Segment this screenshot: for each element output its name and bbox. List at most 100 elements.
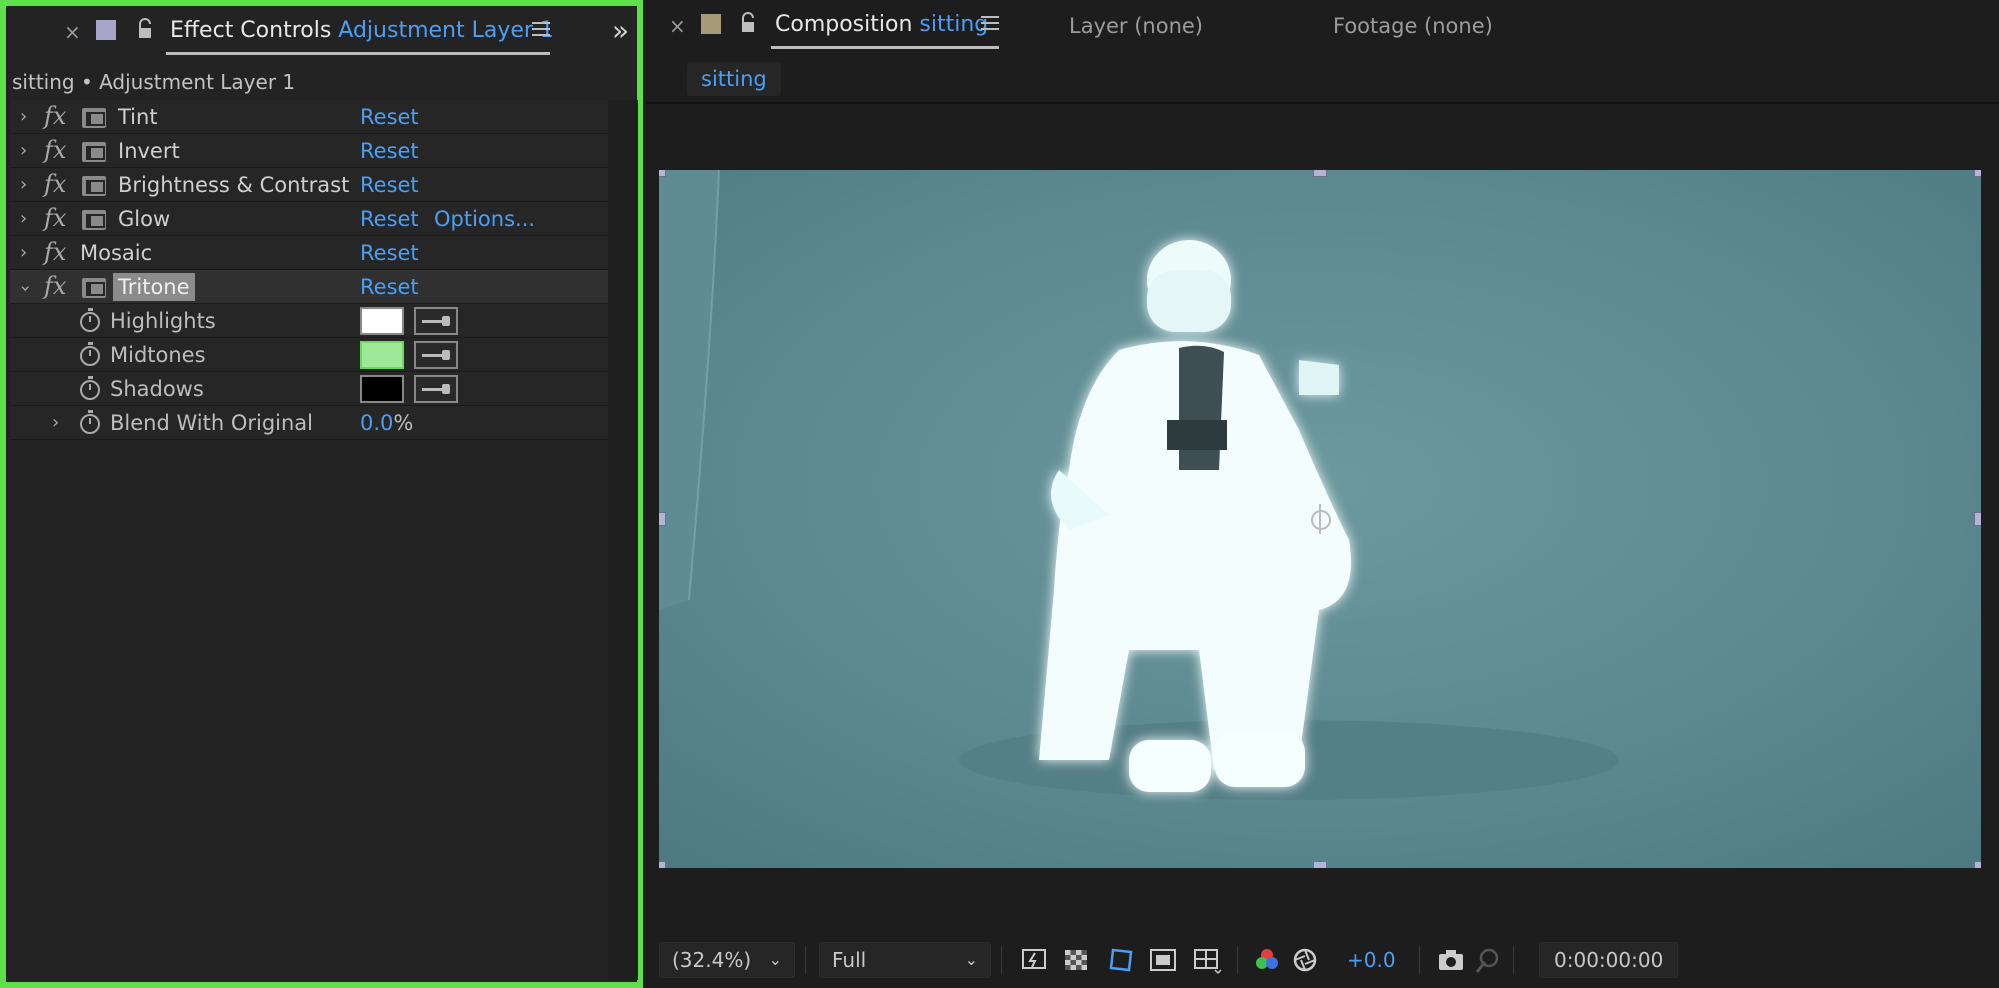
effect-name[interactable]: Invert bbox=[118, 139, 180, 163]
viewer-toolbar: (32.4%) ⌄ Full ⌄ +0.0 0:00:00:00 bbox=[647, 936, 1999, 982]
fx-toggle-icon[interactable]: fx bbox=[44, 136, 66, 164]
comp-breadcrumb-bar: sitting bbox=[647, 56, 1999, 104]
close-tab-icon[interactable]: × bbox=[669, 14, 686, 38]
twirl-right-icon[interactable]: › bbox=[20, 208, 27, 229]
twirl-right-icon[interactable]: › bbox=[52, 412, 59, 433]
toggle-mask-visibility-icon[interactable] bbox=[1105, 944, 1137, 976]
panel-menu-icon[interactable] bbox=[532, 22, 550, 38]
blend-unit: % bbox=[393, 411, 414, 435]
effect-row-brightness-contrast[interactable]: › fx Brightness & Contrast Reset bbox=[10, 168, 610, 202]
exposure-value[interactable]: +0.0 bbox=[1347, 948, 1396, 972]
composition-tabbar: × Composition sitting Layer (none) Foota… bbox=[647, 0, 1999, 52]
transform-handle[interactable] bbox=[1313, 861, 1327, 868]
twirl-down-icon[interactable]: › bbox=[15, 285, 36, 292]
fx-toggle-icon[interactable]: fx bbox=[44, 170, 66, 198]
effect-row-tint[interactable]: › fx Tint Reset bbox=[10, 100, 610, 134]
expand-panels-icon[interactable]: » bbox=[612, 14, 629, 47]
fx-toggle-icon[interactable]: fx bbox=[44, 238, 66, 266]
current-time-display[interactable]: 0:00:00:00 bbox=[1539, 942, 1679, 978]
effect-name[interactable]: Tint bbox=[118, 105, 158, 129]
resolution-dropdown[interactable]: Full ⌄ bbox=[819, 942, 991, 978]
eyedropper-icon[interactable] bbox=[414, 341, 458, 369]
fx-toggle-icon[interactable]: fx bbox=[44, 272, 66, 300]
blend-number[interactable]: 0.0 bbox=[360, 411, 393, 435]
effect-controls-tab[interactable]: Effect Controls Adjustment Layer 1 bbox=[170, 18, 554, 43]
effect-row-glow[interactable]: › fx Glow Reset Options... bbox=[10, 202, 610, 236]
reset-link[interactable]: Reset bbox=[360, 105, 419, 129]
stopwatch-icon[interactable] bbox=[80, 342, 100, 366]
layer-color-swatch[interactable] bbox=[96, 20, 116, 40]
composition-viewer[interactable] bbox=[659, 170, 1981, 868]
effect-name[interactable]: Mosaic bbox=[80, 241, 152, 265]
panel-menu-icon[interactable] bbox=[981, 16, 999, 32]
stopwatch-icon[interactable] bbox=[80, 376, 100, 400]
lock-icon[interactable] bbox=[136, 18, 154, 40]
prop-label: Highlights bbox=[110, 309, 216, 333]
twirl-right-icon[interactable]: › bbox=[20, 106, 27, 127]
fx-toggle-icon[interactable]: fx bbox=[44, 204, 66, 232]
transparency-grid-icon[interactable] bbox=[1061, 944, 1093, 976]
effect-type-icon bbox=[82, 176, 106, 196]
active-tab-underline bbox=[771, 46, 999, 49]
twirl-right-icon[interactable]: › bbox=[20, 242, 27, 263]
eyedropper-icon[interactable] bbox=[414, 375, 458, 403]
channel-rgb-icon[interactable] bbox=[1251, 944, 1283, 976]
region-of-interest-icon[interactable] bbox=[1147, 944, 1179, 976]
composition-tab-label: Composition bbox=[775, 12, 913, 37]
transform-handle[interactable] bbox=[1313, 170, 1327, 177]
prop-label: Midtones bbox=[110, 343, 206, 367]
reset-exposure-icon[interactable] bbox=[1289, 944, 1321, 976]
grid-guides-icon[interactable] bbox=[1191, 944, 1223, 976]
toolbar-divider bbox=[805, 946, 806, 974]
transform-handle[interactable] bbox=[1974, 512, 1981, 526]
reset-link[interactable]: Reset bbox=[360, 139, 419, 163]
transform-handle[interactable] bbox=[1974, 861, 1981, 868]
composition-panel: × Composition sitting Layer (none) Foota… bbox=[647, 0, 1999, 988]
transform-handle[interactable] bbox=[659, 512, 666, 526]
twirl-right-icon[interactable]: › bbox=[20, 140, 27, 161]
transform-handle[interactable] bbox=[659, 861, 666, 868]
layer-tab[interactable]: Layer (none) bbox=[1069, 14, 1203, 38]
composition-tab[interactable]: Composition sitting bbox=[775, 12, 988, 37]
effect-type-icon bbox=[82, 278, 106, 298]
stopwatch-icon[interactable] bbox=[80, 308, 100, 332]
prop-row-highlights: Highlights bbox=[10, 304, 610, 338]
fx-toggle-icon[interactable]: fx bbox=[44, 102, 66, 130]
prop-row-shadows: Shadows bbox=[10, 372, 610, 406]
show-snapshot-icon[interactable] bbox=[1471, 944, 1503, 976]
effect-name[interactable]: Brightness & Contrast bbox=[118, 173, 349, 197]
effect-row-tritone[interactable]: › fx Tritone Reset bbox=[10, 270, 610, 304]
footage-tab[interactable]: Footage (none) bbox=[1333, 14, 1493, 38]
comp-breadcrumb[interactable]: sitting bbox=[687, 62, 781, 96]
anchor-point-icon[interactable] bbox=[1305, 504, 1335, 534]
effect-controls-panel: × Effect Controls Adjustment Layer 1 » s… bbox=[0, 0, 643, 988]
effect-name[interactable]: Glow bbox=[118, 207, 170, 231]
effect-row-mosaic[interactable]: › fx Mosaic Reset bbox=[10, 236, 610, 270]
comp-color-swatch[interactable] bbox=[701, 14, 721, 34]
reset-link[interactable]: Reset bbox=[360, 241, 419, 265]
zoom-dropdown[interactable]: (32.4%) ⌄ bbox=[659, 942, 795, 978]
reset-link[interactable]: Reset bbox=[360, 173, 419, 197]
effect-row-invert[interactable]: › fx Invert Reset bbox=[10, 134, 610, 168]
highlights-color-swatch[interactable] bbox=[360, 307, 404, 335]
transform-handle[interactable] bbox=[659, 170, 666, 177]
eyedropper-icon[interactable] bbox=[414, 307, 458, 335]
reset-link[interactable]: Reset bbox=[360, 275, 419, 299]
fast-previews-icon[interactable] bbox=[1019, 944, 1051, 976]
effect-name-selected[interactable]: Tritone bbox=[113, 273, 195, 301]
close-tab-icon[interactable]: × bbox=[64, 20, 81, 44]
lock-icon[interactable] bbox=[739, 12, 757, 34]
shadows-color-swatch[interactable] bbox=[360, 375, 404, 403]
reset-link[interactable]: Reset bbox=[360, 207, 419, 231]
options-link[interactable]: Options... bbox=[434, 207, 535, 231]
prop-row-blend: › Blend With Original 0.0% bbox=[10, 406, 610, 440]
stopwatch-icon[interactable] bbox=[80, 410, 100, 434]
twirl-right-icon[interactable]: › bbox=[20, 174, 27, 195]
snapshot-camera-icon[interactable] bbox=[1435, 944, 1467, 976]
panel-scrollbar[interactable] bbox=[608, 100, 638, 980]
blend-value[interactable]: 0.0% bbox=[360, 411, 413, 435]
zoom-value: (32.4%) bbox=[672, 948, 752, 972]
transform-handle[interactable] bbox=[1974, 170, 1981, 177]
midtones-color-swatch[interactable] bbox=[360, 341, 404, 369]
effect-controls-tabbar: × Effect Controls Adjustment Layer 1 » bbox=[6, 6, 637, 58]
